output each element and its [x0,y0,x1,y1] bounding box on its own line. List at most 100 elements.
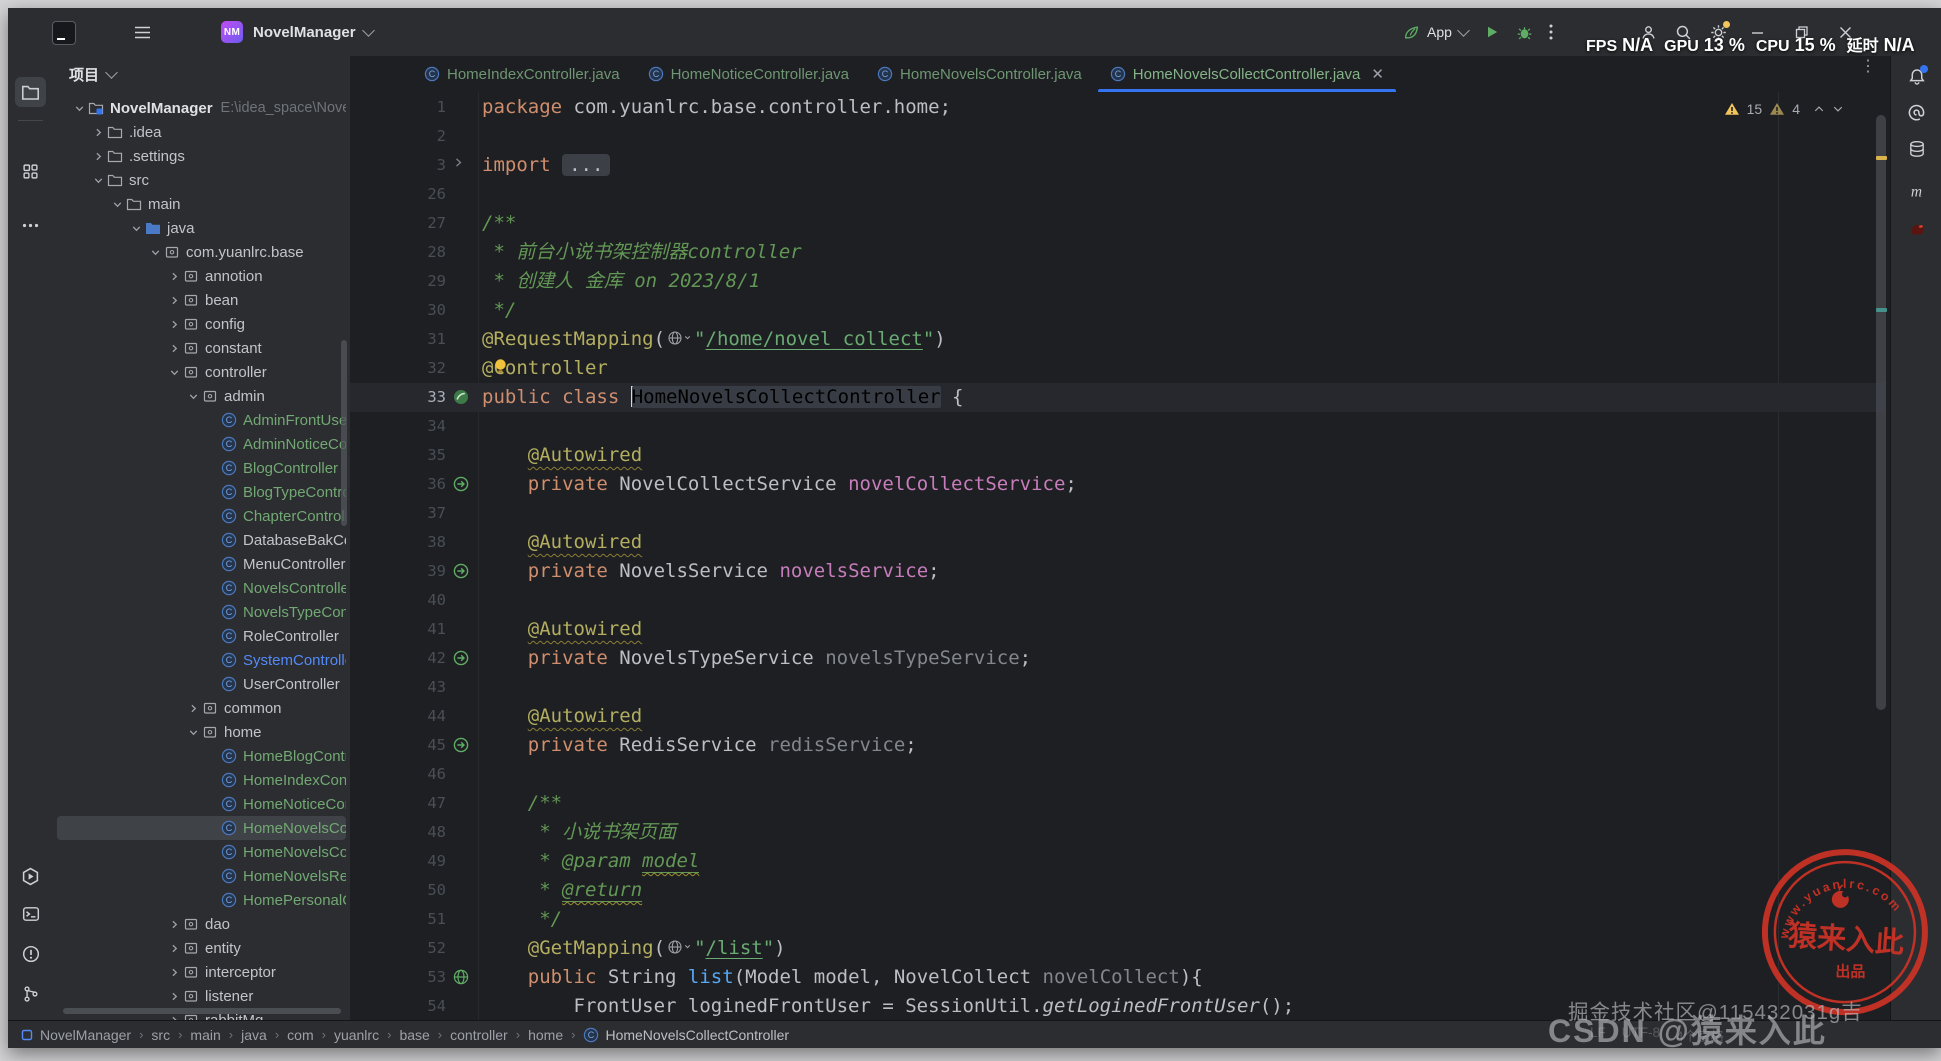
code-line-27[interactable]: 27/** [350,209,1886,238]
chevron-expanded-icon[interactable] [148,245,163,260]
chevron-collapsed-icon[interactable] [167,941,182,956]
code-line-46[interactable]: 46 [350,760,1886,789]
chevron-expanded-icon[interactable] [129,221,144,236]
chevron-collapsed-icon[interactable] [91,125,106,140]
tree-item-BlogTypeController[interactable]: C BlogTypeController [57,480,346,504]
tree-item-NovelManager[interactable]: NovelManager E:\idea_space\NovelManager [57,96,346,120]
close-window-button[interactable] [1838,25,1853,40]
tree-item-DatabaseBakController[interactable]: C DatabaseBakController [57,528,346,552]
project-panel-header[interactable]: 项目 [53,56,350,92]
tree-item-.settings[interactable]: .settings [57,144,346,168]
breadcrumb-main[interactable]: main [190,1027,220,1043]
terminal-tool-button[interactable] [15,899,46,929]
tree-item-SystemController[interactable]: C SystemController [57,648,346,672]
code-line-29[interactable]: 29 * 创建人 金库 on 2023/8/1 [350,267,1886,296]
tree-item-annotion[interactable]: annotion [57,264,346,288]
code-editor[interactable]: 1 package com.yuanlrc.base.controller.hom… [350,92,1890,1020]
main-menu-hamburger-icon[interactable] [132,8,152,56]
tree-item-controller[interactable]: controller [57,360,346,384]
code-line-44[interactable]: 44 @Autowired [350,702,1886,731]
bean-gutter-icon[interactable] [452,388,470,406]
structure-tool-button[interactable] [15,156,46,186]
info-stripe-mark[interactable] [1876,308,1887,312]
chevron-collapsed-icon[interactable] [167,917,182,932]
autowire-gutter-icon[interactable] [452,649,470,667]
chevron-collapsed-icon[interactable] [167,317,182,332]
code-line-30[interactable]: 30 */ [350,296,1886,325]
chevron-expanded-icon[interactable] [91,173,106,188]
chevron-collapsed-icon[interactable] [91,149,106,164]
tree-item-HomeBlogController[interactable]: C HomeBlogController [57,744,346,768]
tree-item-UserController[interactable]: C UserController [57,672,346,696]
tab-HomeIndexController.java[interactable]: C HomeIndexController.java [410,56,634,92]
code-line-37[interactable]: 37 [350,499,1886,528]
maven-icon[interactable]: m [1907,181,1926,200]
code-line-52[interactable]: 52 @GetMapping("/list") [350,934,1886,963]
chevron-expanded-icon[interactable] [110,197,125,212]
problems-tool-button[interactable] [15,939,46,969]
breadcrumb-java[interactable]: java [241,1027,267,1043]
tree-item-MenuController[interactable]: C MenuController [57,552,346,576]
breadcrumb-controller[interactable]: controller [450,1027,508,1043]
chevron-collapsed-icon[interactable] [186,701,201,716]
tab-HomeNoticeController.java[interactable]: C HomeNoticeController.java [634,56,863,92]
breadcrumb-NovelManager[interactable]: NovelManager [20,1027,131,1043]
tree-item-listener[interactable]: listener [57,984,346,1008]
code-line-36[interactable]: 36 private NovelCollectService novelColl… [350,470,1886,499]
chevron-collapsed-icon[interactable] [167,269,182,284]
tree-item-config[interactable]: config [57,312,346,336]
code-line-41[interactable]: 41 @Autowired [350,615,1886,644]
tree-item-HomeNovelsReadRecordControlle[interactable]: C HomeNovelsReadRecordControlle [57,864,346,888]
tree-item-HomeNovelsController[interactable]: C HomeNovelsController [57,840,346,864]
chevron-expanded-icon[interactable] [72,101,87,116]
ai-assistant-icon[interactable] [1907,103,1926,122]
code-line-1[interactable]: 1 package com.yuanlrc.base.controller.hom… [350,93,1886,122]
intellij-logo-icon[interactable] [52,21,76,45]
tree-item-entity[interactable]: entity [57,936,346,960]
inspections-widget[interactable]: 15 4 [1724,98,1844,120]
editor-scrollbar-thumb[interactable] [1876,115,1886,710]
code-line-35[interactable]: 35 @Autowired [350,441,1886,470]
code-line-51[interactable]: 51 */ [350,905,1886,934]
code-line-40[interactable]: 40 [350,586,1886,615]
chevron-collapsed-icon[interactable] [167,293,182,308]
tree-item-bean[interactable]: bean [57,288,346,312]
prev-problem-chevron-icon[interactable] [1813,103,1825,115]
code-line-34[interactable]: 34 [350,412,1886,441]
breadcrumb-HomeNovelsCollectController[interactable]: C HomeNovelsCollectController [583,1027,789,1043]
tree-vertical-scrollbar[interactable] [341,340,347,526]
code-line-32[interactable]: 32 @Controller [350,354,1886,383]
breadcrumb-home[interactable]: home [528,1027,563,1043]
restore-window-button[interactable] [1794,25,1809,40]
tree-item-java[interactable]: java [57,216,346,240]
debug-button[interactable] [1516,24,1533,41]
tree-item-HomeIndexController[interactable]: C HomeIndexController [57,768,346,792]
tree-item-com.yuanlrc.base[interactable]: com.yuanlrc.base [57,240,346,264]
code-with-me-user-icon[interactable] [1640,24,1657,41]
services-tool-button[interactable] [15,861,46,891]
tree-item-home[interactable]: home [57,720,346,744]
code-line-54[interactable]: 54 FrontUser loginedFrontUser = SessionU… [350,992,1886,1020]
tree-item-HomePersonalController[interactable]: C HomePersonalController [57,888,346,912]
autowire-gutter-icon[interactable] [452,562,470,580]
project-tool-button[interactable] [15,77,46,107]
breadcrumb-com[interactable]: com [287,1027,313,1043]
run-button[interactable] [1484,24,1500,40]
tab-HomeNovelsCollectController.java[interactable]: C HomeNovelsCollectController.java ✕ [1096,56,1398,92]
search-everywhere-icon[interactable] [1675,24,1692,41]
tree-item-HomeNoticeController[interactable]: C HomeNoticeController [57,792,346,816]
intention-bulb-icon[interactable] [493,358,508,375]
tree-item-dao[interactable]: dao [57,912,346,936]
code-line-38[interactable]: 38 @Autowired [350,528,1886,557]
code-line-43[interactable]: 43 [350,673,1886,702]
warning-stripe-mark[interactable] [1876,156,1887,160]
version-control-tool-button[interactable] [15,979,46,1009]
tab-HomeNovelsController.java[interactable]: C HomeNovelsController.java [863,56,1096,92]
tree-item-AdminNoticeController[interactable]: C AdminNoticeController [57,432,346,456]
status-item[interactable]: LF [1590,1025,1606,1045]
breadcrumb-base[interactable]: base [399,1027,429,1043]
notifications-bell-icon[interactable] [1907,65,1928,86]
code-line-53[interactable]: 53 public String list(Model model, Novel… [350,963,1886,992]
project-selector[interactable]: NovelManager [253,8,375,56]
tree-item-src[interactable]: src [57,168,346,192]
